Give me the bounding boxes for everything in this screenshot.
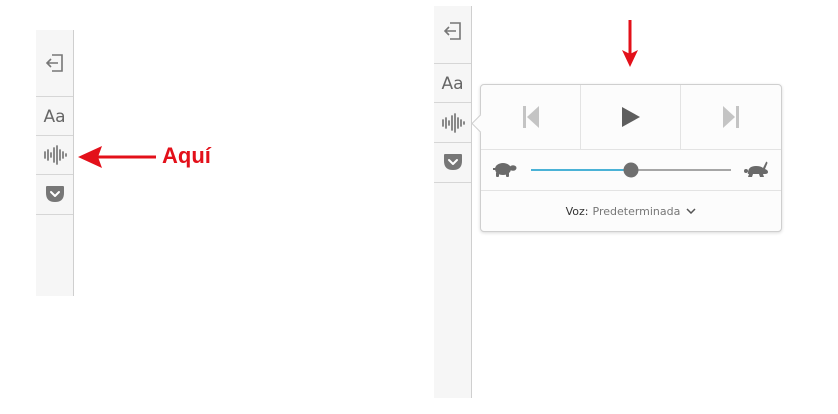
pocket-icon — [443, 154, 462, 170]
voice-selector[interactable]: Voz: Predeterminada — [481, 191, 781, 231]
skip-previous-icon — [522, 106, 539, 128]
speed-control — [481, 150, 781, 190]
type-controls-button[interactable]: Aa — [36, 100, 73, 134]
toolbar-separator — [434, 102, 471, 103]
reader-toolbar-left: Aa — [36, 30, 74, 296]
skip-next-button[interactable] — [681, 85, 781, 149]
toolbar-separator — [36, 135, 73, 136]
speed-slider-thumb[interactable] — [623, 162, 639, 178]
narrate-waveform-icon — [441, 113, 465, 133]
pocket-button[interactable] — [434, 146, 471, 178]
skip-next-icon — [723, 106, 739, 128]
narrate-button[interactable] — [434, 106, 471, 140]
pocket-icon — [45, 186, 64, 202]
close-reader-button[interactable] — [36, 48, 73, 78]
annotation-label: Aquí — [162, 143, 211, 168]
skip-previous-button[interactable] — [481, 85, 581, 149]
voice-label: Voz: — [565, 204, 589, 218]
close-reader-button[interactable] — [434, 16, 471, 46]
narrate-waveform-icon — [43, 145, 67, 165]
narrate-button[interactable] — [36, 139, 73, 171]
toolbar-separator — [36, 96, 73, 97]
voice-value: Predeterminada — [592, 204, 681, 218]
play-icon — [621, 107, 640, 127]
narrate-popup: Voz: Predeterminada — [480, 84, 782, 232]
pocket-button[interactable] — [36, 178, 73, 210]
speed-slider[interactable] — [529, 160, 733, 180]
turtle-icon — [493, 163, 517, 177]
playback-controls — [481, 85, 781, 149]
rabbit-icon — [744, 161, 768, 177]
toolbar-separator — [36, 214, 73, 215]
toolbar-separator — [434, 142, 471, 143]
toolbar-separator — [36, 174, 73, 175]
annotation-arrow-left — [78, 146, 156, 168]
reader-toolbar-right: Aa — [434, 6, 472, 398]
close-reader-icon — [45, 54, 63, 72]
close-reader-icon — [443, 22, 461, 40]
toolbar-separator — [434, 63, 471, 64]
type-controls-label: Aa — [441, 74, 464, 94]
toolbar-separator — [434, 182, 471, 183]
type-controls-button[interactable]: Aa — [434, 67, 471, 101]
play-button[interactable] — [581, 85, 681, 149]
type-controls-label: Aa — [43, 107, 66, 127]
chevron-down-icon — [686, 208, 696, 214]
annotation-arrow-down — [622, 20, 638, 67]
